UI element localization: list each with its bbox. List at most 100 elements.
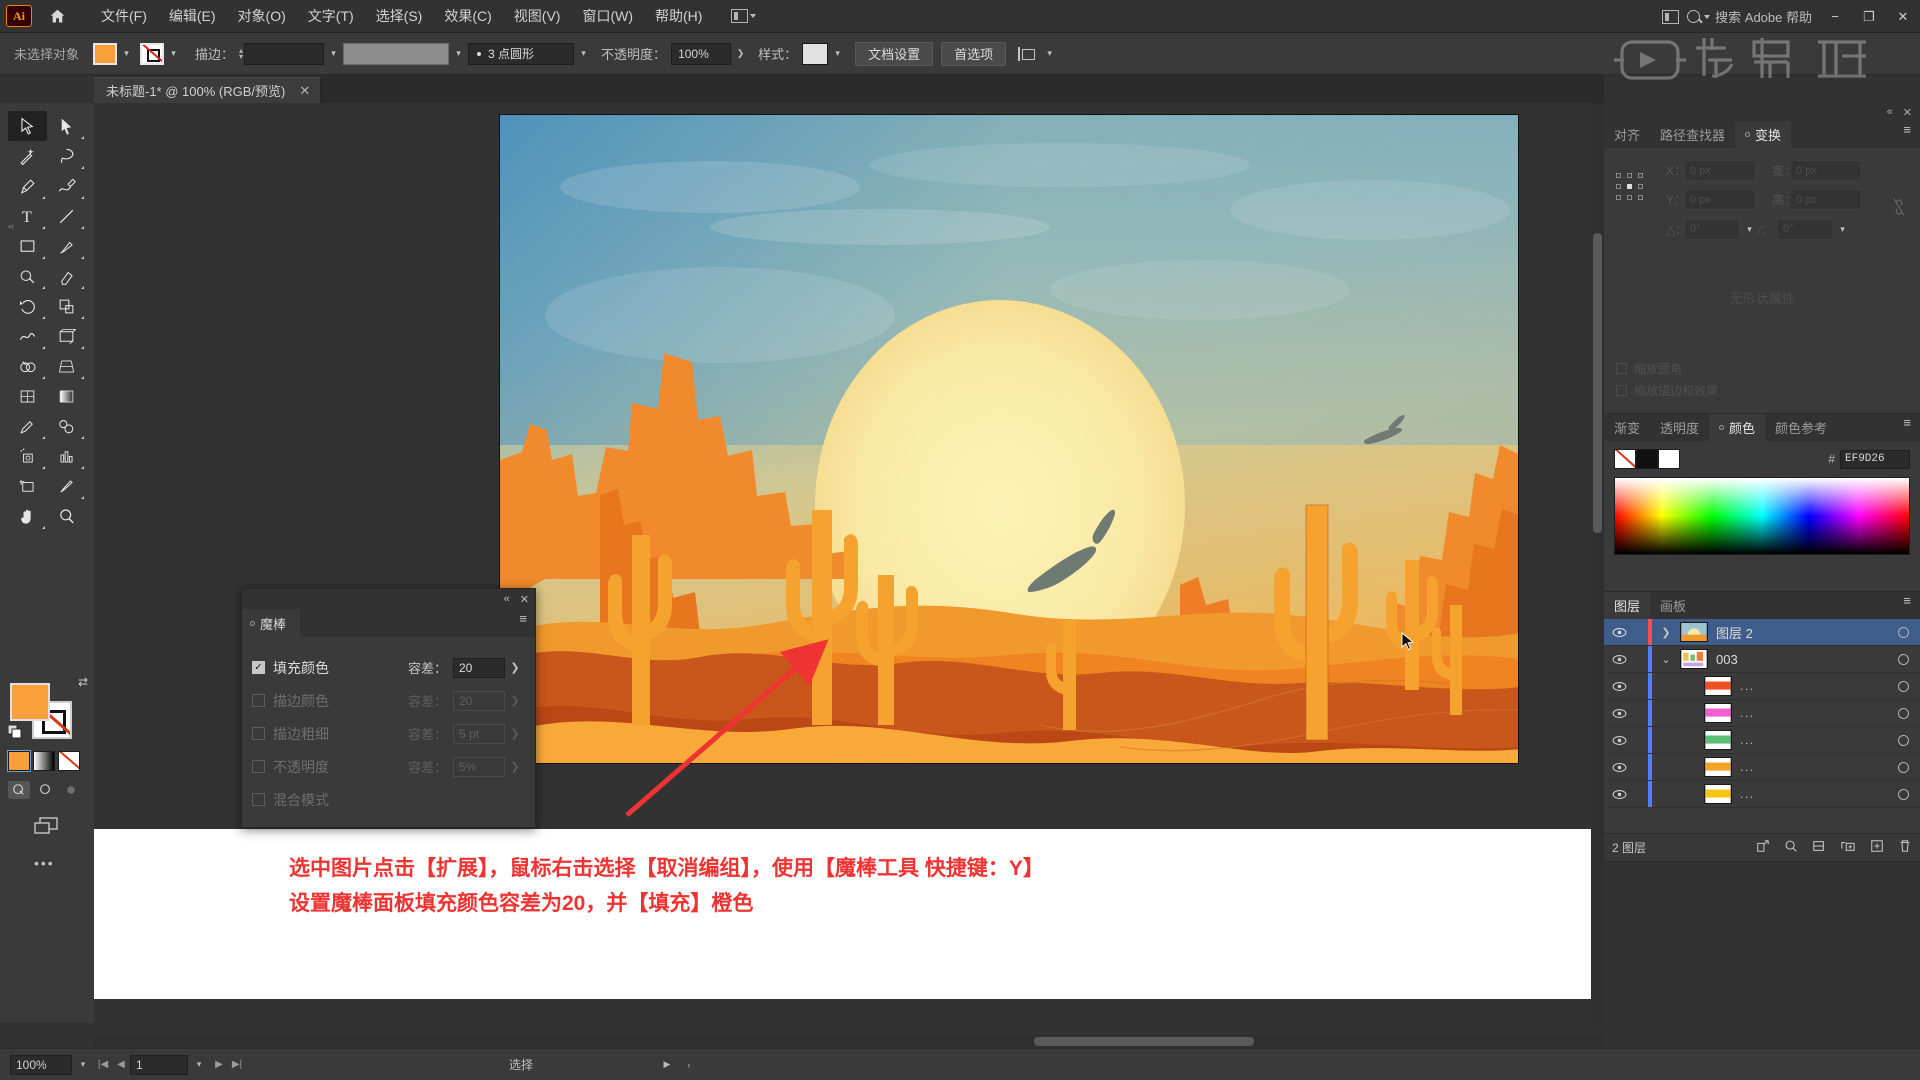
symbol-sprayer-tool[interactable]: [8, 441, 47, 471]
layer-name[interactable]: ...: [1740, 706, 1886, 720]
stroke-swatch-group[interactable]: ▾: [140, 42, 183, 65]
chevron-down-icon[interactable]: ▾: [1040, 43, 1059, 65]
hex-input-group[interactable]: # EF9D26: [1828, 449, 1910, 469]
locate-object-icon[interactable]: [1784, 839, 1798, 856]
constrain-proportions-icon[interactable]: [1892, 196, 1906, 223]
artboard-tool[interactable]: [8, 471, 47, 501]
target-indicator[interactable]: [1886, 653, 1920, 665]
fill-swatch-group[interactable]: ▾: [93, 42, 136, 65]
free-transform-tool[interactable]: [47, 321, 86, 351]
close-icon[interactable]: ✕: [1903, 106, 1912, 119]
visibility-eye-icon[interactable]: [1604, 789, 1634, 800]
checkbox-fill-color[interactable]: ✓: [252, 661, 265, 674]
visibility-eye-icon[interactable]: [1604, 762, 1634, 773]
wand-row-fill-color[interactable]: ✓ 填充颜色 容差： 20 ❯: [252, 651, 525, 684]
chevron-down-icon[interactable]: ▾: [574, 43, 593, 65]
close-button[interactable]: ✕: [1886, 2, 1920, 32]
layer-row[interactable]: ...: [1604, 754, 1920, 781]
swatch-black[interactable]: [1636, 449, 1658, 469]
stroke-weight-stepper[interactable]: ▴ ▾: [239, 46, 243, 60]
tab-pathfinder[interactable]: 路径查找器: [1650, 121, 1735, 148]
expand-layer-icon[interactable]: ❯: [1652, 626, 1680, 639]
canvas-vertical-scrollbar[interactable]: [1591, 103, 1604, 1023]
transform-panel-title-bar[interactable]: « ✕: [1604, 103, 1920, 121]
slice-tool[interactable]: [47, 471, 86, 501]
brush-definition[interactable]: 3 点圆形: [468, 42, 575, 65]
layer-name[interactable]: 图层 2: [1716, 623, 1886, 642]
zoom-level-input[interactable]: 100%: [10, 1054, 72, 1075]
tab-color-guide[interactable]: 颜色参考: [1765, 414, 1837, 441]
next-artboard-icon[interactable]: ▶: [210, 1059, 228, 1070]
hex-input[interactable]: EF9D26: [1840, 449, 1910, 469]
hand-tool[interactable]: [8, 501, 47, 531]
panel-menu-icon[interactable]: ≡: [519, 612, 527, 625]
chevron-down-icon[interactable]: ▾: [188, 1059, 210, 1070]
document-tab[interactable]: 未标题-1* @ 100% (RGB/预览) ✕: [94, 77, 322, 103]
previous-artboard-icon[interactable]: ◀: [112, 1059, 130, 1070]
collapse-icon[interactable]: «: [504, 593, 510, 605]
target-indicator[interactable]: [1886, 734, 1920, 746]
magic-wand-title-bar[interactable]: « ✕: [242, 589, 535, 609]
close-icon[interactable]: ✕: [299, 83, 310, 99]
menu-item-help[interactable]: 帮助(H): [644, 2, 713, 30]
target-indicator[interactable]: [1886, 680, 1920, 692]
menu-item-file[interactable]: 文件(F): [90, 2, 158, 30]
first-artboard-icon[interactable]: |◀: [94, 1059, 112, 1070]
visibility-eye-icon[interactable]: [1604, 654, 1634, 665]
menu-item-view[interactable]: 视图(V): [503, 2, 572, 30]
arrange-documents-icon[interactable]: [1653, 6, 1687, 28]
opacity-options-icon[interactable]: ❯: [731, 43, 750, 65]
tab-align[interactable]: 对齐: [1604, 121, 1650, 148]
selection-tool[interactable]: [8, 111, 47, 141]
tab-transform[interactable]: 变换: [1735, 121, 1792, 148]
wand-row-stroke-color[interactable]: 描边颜色 容差： 20 ❯: [252, 684, 525, 717]
shape-builder-tool[interactable]: [8, 351, 47, 381]
close-icon[interactable]: ✕: [520, 593, 529, 606]
layer-name[interactable]: 003: [1716, 652, 1886, 667]
pen-tool[interactable]: [8, 171, 47, 201]
h-input[interactable]: 0 px: [1790, 189, 1862, 210]
checkbox-stroke-weight[interactable]: [252, 727, 265, 740]
layer-name[interactable]: ...: [1740, 733, 1886, 747]
chevron-down-icon[interactable]: ▾: [117, 43, 136, 65]
line-segment-tool[interactable]: [47, 201, 86, 231]
fill-color-box[interactable]: [10, 683, 50, 721]
tab-layers[interactable]: 图层: [1604, 592, 1651, 619]
menu-item-object[interactable]: 对象(O): [227, 2, 297, 30]
stroke-swatch[interactable]: [140, 42, 165, 65]
magic-wand-panel[interactable]: « ✕ 魔棒 ≡ ✓ 填充颜色 容差： 20 ❯ 描边颜色 容差： 20 ❯ 描…: [241, 588, 536, 828]
swatch-none[interactable]: [1614, 449, 1636, 469]
menu-item-type[interactable]: 文字(T): [297, 2, 365, 30]
create-new-layer-icon[interactable]: [1870, 839, 1884, 856]
shaper-tool[interactable]: [8, 261, 47, 291]
layer-row[interactable]: ...: [1604, 700, 1920, 727]
magic-wand-tool[interactable]: [8, 141, 47, 171]
canvas-area[interactable]: 选中图片点击【扩展】，鼠标右击选择【取消编组】，使用【魔棒工具 快捷键：Y】 设…: [94, 103, 1604, 1023]
swap-fill-stroke-icon[interactable]: ⇄: [78, 675, 88, 689]
column-graph-tool[interactable]: [47, 441, 86, 471]
target-indicator[interactable]: [1886, 707, 1920, 719]
w-input[interactable]: 0 px: [1790, 160, 1862, 181]
width-tool[interactable]: [8, 321, 47, 351]
tolerance-slider-fill-icon[interactable]: ❯: [505, 661, 525, 674]
tab-artboards[interactable]: 画板: [1650, 592, 1696, 619]
visibility-eye-icon[interactable]: [1604, 735, 1634, 746]
artboard-number-input[interactable]: 1: [130, 1054, 188, 1075]
canvas-horizontal-scrollbar[interactable]: [94, 1035, 1604, 1048]
layer-row[interactable]: ⌄ 003: [1604, 646, 1920, 673]
status-collapse-icon[interactable]: ‹: [678, 1060, 700, 1070]
curvature-tool[interactable]: [47, 171, 86, 201]
visibility-eye-icon[interactable]: [1604, 681, 1634, 692]
panel-menu-icon[interactable]: ≡: [1903, 416, 1911, 429]
eraser-tool[interactable]: [47, 261, 86, 291]
stroke-weight-input[interactable]: [244, 42, 325, 65]
direct-selection-tool[interactable]: [47, 111, 86, 141]
panel-menu-icon[interactable]: ≡: [1903, 123, 1911, 136]
chevron-down-icon[interactable]: ▾: [324, 43, 343, 65]
screen-mode-icon[interactable]: [26, 813, 66, 839]
none-fill-button[interactable]: [58, 751, 80, 771]
home-icon[interactable]: [42, 4, 72, 28]
wand-row-blending-mode[interactable]: 混合模式: [252, 783, 525, 816]
layer-row[interactable]: ❯ 图层 2: [1604, 619, 1920, 646]
color-spectrum-ramp[interactable]: [1614, 477, 1910, 555]
